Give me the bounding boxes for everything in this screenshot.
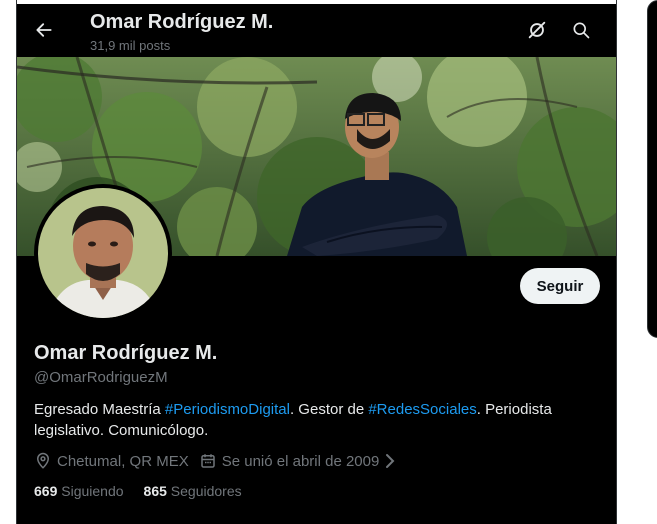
search-icon [573,22,590,39]
hashtag-link[interactable]: #PeriodismoDigital [165,401,290,418]
search-button[interactable] [567,16,595,44]
location-text: Chetumal, QR MEX [57,452,189,470]
following-count: 669 [34,483,58,499]
column-border-right [616,0,617,524]
translate-button[interactable] [523,16,551,44]
bio-text: . Gestor de [289,401,369,418]
avatar[interactable] [38,188,168,318]
profile-header: Omar Rodríguez M. 31,9 mil posts [17,4,616,57]
profile-column: Omar Rodríguez M. 31,9 mil posts Seguir … [17,4,616,524]
back-button[interactable] [27,13,61,47]
followers-link[interactable]: 865 Seguidores [144,483,242,499]
join-date[interactable]: Se unió el abril de 2009 [199,452,397,470]
bio-text: Egresado Maestría [34,401,165,418]
sidebar-panel [647,0,657,338]
profile-meta: Chetumal, QR MEX Se unió el abril de 200… [34,451,406,471]
location: Chetumal, QR MEX [34,452,189,470]
posts-count: 31,9 mil posts [90,38,171,53]
profile-bio: Egresado Maestría #PeriodismoDigital. Ge… [34,399,594,441]
profile-stats: 669 Siguiendo 865 Seguidores [34,483,262,499]
chevron-right-icon [384,453,396,469]
no-translate-icon [528,21,546,39]
followers-count: 865 [143,483,167,499]
profile-name: Omar Rodríguez M. [34,342,218,364]
avatar-image [38,188,168,318]
profile-handle: @OmarRodriguezM [34,369,168,386]
calendar-icon [199,452,217,470]
join-date-text: Se unió el abril de 2009 [221,452,380,470]
location-pin-icon [34,452,52,470]
following-label: Siguiendo [61,483,124,499]
followers-label: Seguidores [170,483,242,499]
avatar-border[interactable] [34,184,172,322]
hashtag-link[interactable]: #RedesSociales [368,401,476,418]
arrow-left-icon [36,23,52,37]
following-link[interactable]: 669 Siguiendo [34,483,124,499]
follow-button[interactable]: Seguir [520,268,600,304]
header-title: Omar Rodríguez M. [90,11,274,33]
